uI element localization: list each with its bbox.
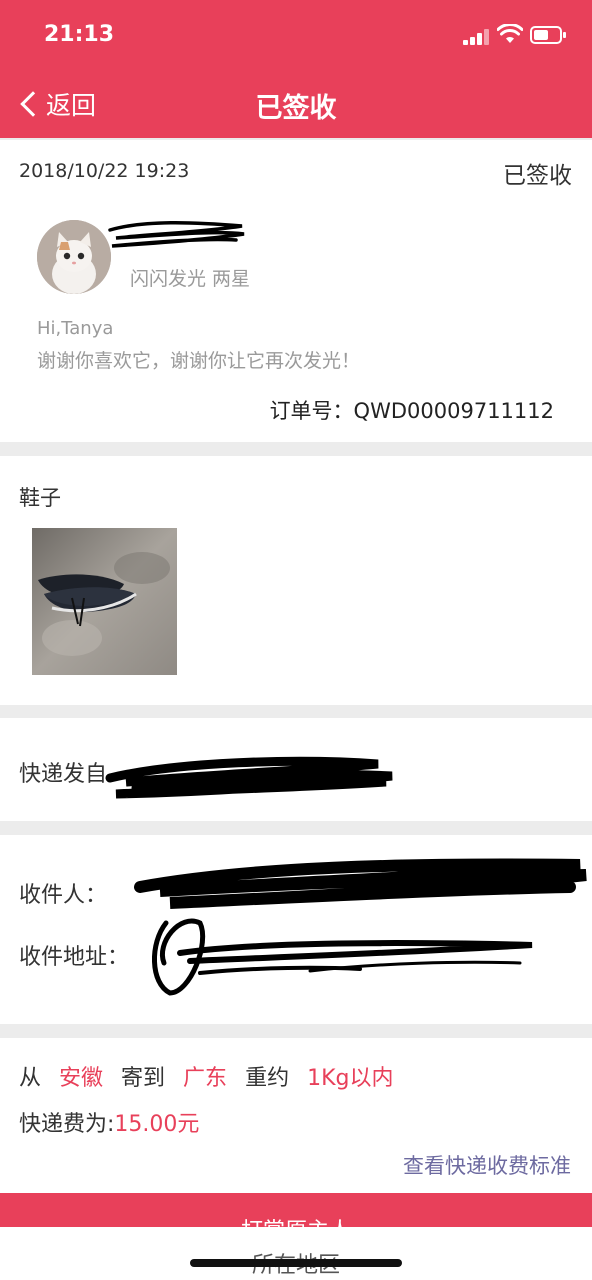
message-text: 谢谢你喜欢它，谢谢你让它再次发光！ (37, 350, 361, 372)
to-province: 广东 (183, 1066, 228, 1091)
to-word: 寄到 (121, 1066, 166, 1091)
redacted-name-scribble (108, 221, 245, 248)
status-time: 21:13 (44, 22, 115, 47)
redacted-origin-scribble (105, 756, 393, 799)
fee-value: 15.00元 (114, 1112, 200, 1137)
sender-subtitle: 闪闪发光 两星 (130, 268, 251, 290)
nav-bar: 返回 已签收 (0, 70, 592, 138)
tip-owner-button[interactable]: 打赏原主人 (0, 1193, 592, 1244)
avatar[interactable] (37, 220, 111, 294)
shipping-origin-card: 快递发自 (0, 718, 592, 821)
wifi-icon (497, 24, 523, 43)
item-card: 鞋子 (0, 456, 592, 705)
fee-label: 快递费为: (19, 1112, 115, 1137)
from-word: 从 (19, 1066, 42, 1091)
header: 21:13 返回 已签收 (0, 0, 592, 138)
fee-amount-line: 快递费为:15.00元 (19, 1106, 199, 1138)
region-strip[interactable]: 所在地区 (0, 1227, 592, 1280)
recipient-name-label: 收件人： (19, 883, 108, 908)
cellular-signal-icon (463, 29, 491, 45)
order-summary-card: 2018/10/22 19:23 已签收 闪闪发光 两星 Hi,Tanya 谢谢… (0, 140, 592, 442)
status-bar: 21:13 (0, 0, 592, 70)
battery-icon (530, 26, 566, 44)
order-detail-screen: 21:13 返回 已签收 2018/10/22 19:23 已签收 闪闪发光 两… (0, 0, 592, 1280)
shipping-fee-card: 从 安徽 寄到 广东 重约 1Kg以内 快递费为:15.00元 查看快递收费标准 (0, 1038, 592, 1194)
order-number: 订单号：QWD00009711112 (269, 399, 554, 423)
item-title: 鞋子 (19, 486, 61, 510)
fee-standard-link[interactable]: 查看快递收费标准 (403, 1150, 571, 1180)
order-date: 2018/10/22 19:23 (19, 160, 190, 182)
redacted-recipient-scribble (134, 858, 587, 996)
greeting-text: Hi,Tanya (37, 318, 114, 339)
page-title: 已签收 (255, 93, 337, 124)
recipient-card: 收件人： 收件地址： (0, 835, 592, 1024)
from-province: 安徽 (59, 1066, 104, 1091)
item-photo[interactable] (32, 528, 177, 675)
weight-word: 重约 (245, 1066, 290, 1091)
weight-value: 1Kg以内 (307, 1066, 394, 1091)
order-status: 已签收 (503, 163, 572, 189)
home-indicator[interactable] (190, 1259, 402, 1267)
shipping-from-label: 快递发自 (19, 762, 108, 787)
fee-route-line: 从 安徽 寄到 广东 重约 1Kg以内 (19, 1060, 411, 1092)
